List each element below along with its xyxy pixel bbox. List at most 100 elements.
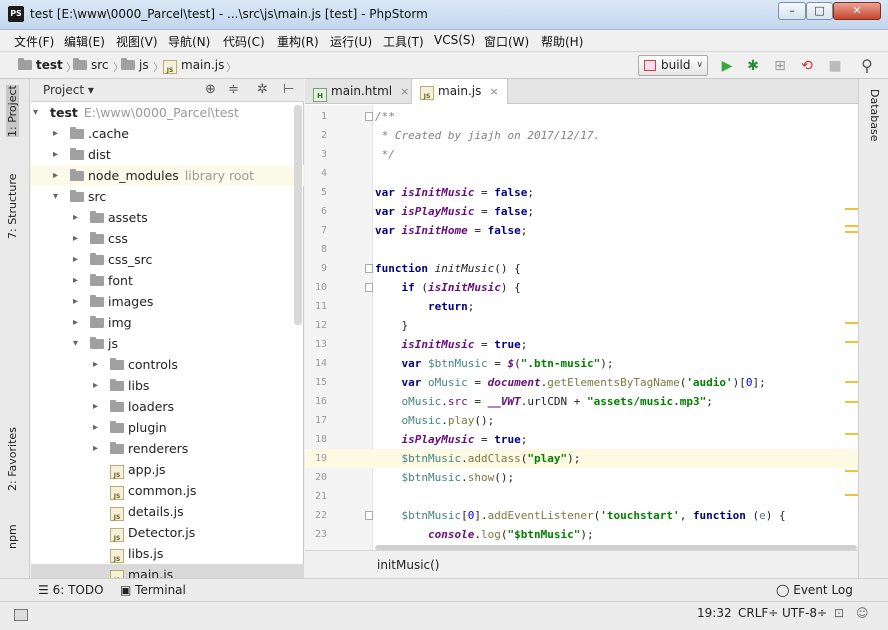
tree-item[interactable]: ▸ dist <box>31 144 304 165</box>
tab-npm[interactable]: npm <box>6 524 19 549</box>
search-icon[interactable]: ⚲ <box>858 57 876 75</box>
breadcrumb-file[interactable]: JS main.js <box>163 58 224 74</box>
fold-marker-icon[interactable] <box>365 264 373 273</box>
code-line[interactable]: 19 $btnMusic.addClass("play"); <box>305 449 858 468</box>
chevron-down-icon[interactable]: ▾ <box>53 186 63 207</box>
tree-item[interactable]: JS common.js <box>31 480 304 501</box>
fold-marker-icon[interactable] <box>365 283 373 292</box>
line-separator-select[interactable]: CRLF÷ <box>738 606 778 620</box>
chevron-right-icon[interactable]: ▸ <box>73 228 83 249</box>
code-line[interactable]: 13 isInitMusic = true; <box>305 335 858 354</box>
code-line[interactable]: 9 function initMusic() { <box>305 259 858 278</box>
tab-project[interactable]: 1: Project <box>6 85 19 137</box>
tree-item[interactable]: ▸ controls <box>31 354 304 375</box>
menu-item[interactable]: 编辑(E) <box>64 33 105 50</box>
tab-favorites[interactable]: 2: Favorites <box>6 427 19 491</box>
tab-structure[interactable]: 7: Structure <box>6 174 19 239</box>
lock-icon[interactable]: ⊡ <box>834 606 844 620</box>
tree-item[interactable]: ▸ css <box>31 228 304 249</box>
code-line[interactable]: 21 <box>305 487 858 506</box>
tree-item[interactable]: ▸ images <box>31 291 304 312</box>
breadcrumb-project[interactable]: test <box>18 58 63 72</box>
tree-item[interactable]: ▸ .cache <box>31 123 304 144</box>
chevron-right-icon[interactable]: ▸ <box>93 417 103 438</box>
code-line[interactable]: 14 var $btnMusic = $(".btn-music"); <box>305 354 858 373</box>
breadcrumb-src[interactable]: src <box>73 58 109 72</box>
code-line[interactable]: 20 $btnMusic.show(); <box>305 468 858 487</box>
chevron-right-icon[interactable]: ▸ <box>73 312 83 333</box>
menu-item[interactable]: 运行(U) <box>330 33 372 50</box>
chevron-right-icon[interactable]: ▸ <box>73 291 83 312</box>
tree-item[interactable]: ▾ src <box>31 186 304 207</box>
code-line[interactable]: 1 /** <box>305 107 858 126</box>
fold-marker-icon[interactable] <box>365 112 373 121</box>
tab-main-html[interactable]: Hmain.html × <box>305 79 417 104</box>
tab-main-js[interactable]: JS main.js × <box>411 79 508 104</box>
code-line[interactable]: 15 var oMusic = document.getElementsByTa… <box>305 373 858 392</box>
tree-item[interactable]: ▸ libs <box>31 375 304 396</box>
chevron-right-icon[interactable]: ▸ <box>53 144 63 165</box>
code-line[interactable]: 17 oMusic.play(); <box>305 411 858 430</box>
chevron-right-icon[interactable]: ▸ <box>93 396 103 417</box>
chevron-right-icon[interactable]: ▸ <box>73 249 83 270</box>
menu-item[interactable]: 窗口(W) <box>484 33 529 50</box>
chevron-right-icon[interactable]: ▸ <box>53 165 63 186</box>
profile-icon[interactable]: ⟲ <box>798 57 816 75</box>
code-line[interactable]: 6 var isPlayMusic = false; <box>305 202 858 221</box>
fold-marker-icon[interactable] <box>365 511 373 520</box>
menu-item[interactable]: 视图(V) <box>116 33 158 50</box>
tab-database[interactable]: Database <box>868 89 881 142</box>
hide-panel-icon[interactable]: ⊢ <box>283 82 294 97</box>
close-window-button[interactable]: ✕ <box>833 2 881 20</box>
run-icon[interactable]: ▶ <box>718 57 736 75</box>
tree-item[interactable]: ▸ css_src <box>31 249 304 270</box>
tool-windows-icon[interactable] <box>14 609 28 621</box>
menu-item[interactable]: 文件(F) <box>14 33 54 50</box>
code-editor[interactable]: 1/** 2 * Created by jiajh on 2017/12/17. 3… <box>305 105 858 550</box>
code-line[interactable]: 5 var isInitMusic = false; <box>305 183 858 202</box>
tree-item[interactable]: ▸ img <box>31 312 304 333</box>
chevron-right-icon[interactable]: ▸ <box>73 270 83 291</box>
tree-item[interactable]: ▾ test E:\www\0000_Parcel\test <box>31 102 304 123</box>
chevron-right-icon[interactable]: ▸ <box>53 123 63 144</box>
run-configuration-select[interactable]: build ∨ <box>638 55 708 76</box>
chevron-down-icon[interactable]: ▾ <box>73 333 83 354</box>
editor-breadcrumb[interactable]: initMusic() <box>305 550 858 578</box>
code-line[interactable]: 3 */ <box>305 145 858 164</box>
tree-item[interactable]: JS main.js <box>31 564 304 578</box>
chevron-right-icon[interactable]: ▸ <box>93 354 103 375</box>
tree-item[interactable]: ▸ font <box>31 270 304 291</box>
coverage-icon[interactable]: ⊞ <box>771 57 789 75</box>
code-line[interactable]: 4 <box>305 164 858 183</box>
menu-item[interactable]: VCS(S) <box>434 33 475 47</box>
menu-item[interactable]: 工具(T) <box>383 33 424 50</box>
chevron-right-icon[interactable]: ▸ <box>93 375 103 396</box>
tree-item[interactable]: JS Detector.js <box>31 522 304 543</box>
tree-item[interactable]: JS app.js <box>31 459 304 480</box>
collapse-all-icon[interactable]: ≑ <box>228 82 239 97</box>
close-tab-icon[interactable]: × <box>400 85 409 98</box>
tree-item[interactable]: ▸ plugin <box>31 417 304 438</box>
code-line[interactable]: 12 } <box>305 316 858 335</box>
code-line[interactable]: 11 return; <box>305 297 858 316</box>
chevron-right-icon[interactable]: ▸ <box>73 207 83 228</box>
tree-item[interactable]: ▸ renderers <box>31 438 304 459</box>
tree-scrollbar[interactable] <box>294 105 302 325</box>
todo-button[interactable]: ☰ 6: TODO <box>38 583 104 597</box>
debug-icon[interactable]: ✱ <box>744 57 762 75</box>
menu-item[interactable]: 帮助(H) <box>541 33 583 50</box>
project-view-select[interactable]: Project ▾ <box>43 83 94 97</box>
tree-item[interactable]: ▸ node_modules library root <box>31 165 304 186</box>
code-line[interactable]: 8 <box>305 240 858 259</box>
minimize-button[interactable]: – <box>778 2 806 20</box>
close-tab-icon[interactable]: × <box>489 85 498 98</box>
chevron-right-icon[interactable]: ▸ <box>93 438 103 459</box>
tree-item[interactable]: ▸ loaders <box>31 396 304 417</box>
tree-item[interactable]: ▸ assets <box>31 207 304 228</box>
menu-item[interactable]: 导航(N) <box>168 33 210 50</box>
maximize-button[interactable]: □ <box>806 2 833 20</box>
event-log-button[interactable]: ◯ Event Log <box>776 583 853 597</box>
caret-position[interactable]: 19:32 <box>697 606 732 620</box>
code-line[interactable]: 22 $btnMusic[0].addEventListener('touchs… <box>305 506 858 525</box>
inspector-icon[interactable]: ☺ <box>856 606 869 620</box>
